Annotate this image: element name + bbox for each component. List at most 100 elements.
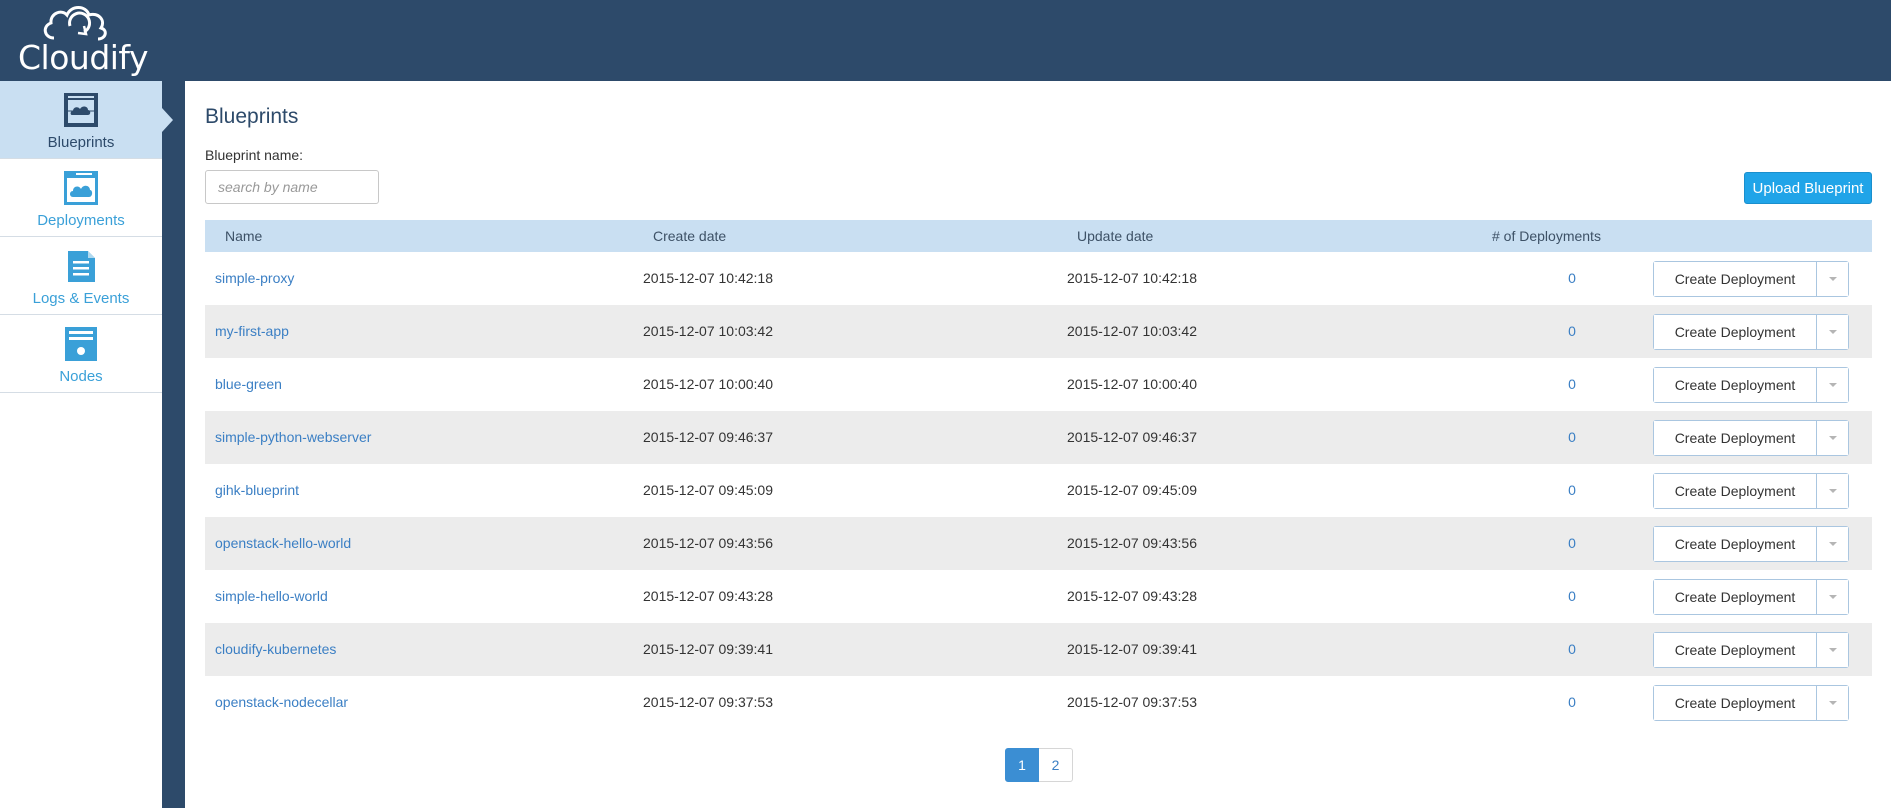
chevron-down-icon[interactable]	[1817, 633, 1848, 667]
chevron-down-icon[interactable]	[1817, 262, 1848, 296]
blueprint-name-link[interactable]: openstack-nodecellar	[215, 694, 348, 710]
update-date: 2015-12-07 09:45:09	[1067, 482, 1197, 498]
deployments-count-link[interactable]: 0	[1562, 323, 1582, 339]
create-date: 2015-12-07 10:42:18	[643, 270, 773, 286]
upload-blueprint-button[interactable]: Upload Blueprint	[1744, 172, 1872, 204]
search-input[interactable]	[205, 170, 379, 204]
update-date: 2015-12-07 09:37:53	[1067, 694, 1197, 710]
create-deployment-button[interactable]: Create Deployment	[1654, 368, 1817, 402]
sidebar-item-logs-events[interactable]: Logs & Events	[0, 237, 162, 315]
blueprint-name-link[interactable]: cloudify-kubernetes	[215, 641, 336, 657]
update-date: 2015-12-07 09:43:28	[1067, 588, 1197, 604]
update-date: 2015-12-07 10:00:40	[1067, 376, 1197, 392]
sidebar-divider	[162, 81, 185, 808]
blueprint-name-link[interactable]: gihk-blueprint	[215, 482, 299, 498]
sidebar: Blueprints Deployments Logs & Events Nod…	[0, 81, 162, 808]
chevron-down-icon[interactable]	[1817, 686, 1848, 720]
chevron-down-icon[interactable]	[1817, 315, 1848, 349]
create-deployment-button[interactable]: Create Deployment	[1654, 421, 1817, 455]
update-date: 2015-12-07 10:42:18	[1067, 270, 1197, 286]
sidebar-item-nodes[interactable]: Nodes	[0, 315, 162, 393]
create-deployment-split-button: Create Deployment	[1653, 367, 1849, 403]
create-date: 2015-12-07 09:37:53	[643, 694, 773, 710]
table-row: cloudify-kubernetes 2015-12-07 09:39:41 20…	[205, 623, 1872, 676]
sidebar-item-blueprints[interactable]: Blueprints	[0, 81, 162, 159]
update-date: 2015-12-07 09:43:56	[1067, 535, 1197, 551]
deployments-count-link[interactable]: 0	[1562, 535, 1582, 551]
blueprints-icon	[64, 93, 98, 127]
create-deployment-split-button: Create Deployment	[1653, 420, 1849, 456]
logs-icon	[68, 251, 95, 282]
update-date: 2015-12-07 09:46:37	[1067, 429, 1197, 445]
column-header-name[interactable]: Name	[225, 228, 262, 244]
sidebar-item-label: Blueprints	[47, 134, 115, 151]
column-header-create-date[interactable]: Create date	[653, 228, 726, 244]
create-deployment-button[interactable]: Create Deployment	[1654, 686, 1817, 720]
blueprint-name-link[interactable]: simple-python-webserver	[215, 429, 371, 445]
create-deployment-button[interactable]: Create Deployment	[1654, 580, 1817, 614]
create-deployment-split-button: Create Deployment	[1653, 579, 1849, 615]
table-row: simple-hello-world 2015-12-07 09:43:28 201…	[205, 570, 1872, 623]
blueprint-name-link[interactable]: simple-proxy	[215, 270, 294, 286]
blueprint-name-link[interactable]: blue-green	[215, 376, 282, 392]
sidebar-item-label: Logs & Events	[32, 290, 130, 307]
table-row: simple-python-webserver 2015-12-07 09:46:…	[205, 411, 1872, 464]
main-content: Blueprints Blueprint name: Upload Bluepr…	[185, 81, 1891, 808]
page-title: Blueprints	[205, 105, 299, 128]
blueprint-name-link[interactable]: simple-hello-world	[215, 588, 328, 604]
create-date: 2015-12-07 10:03:42	[643, 323, 773, 339]
active-nav-pointer	[162, 108, 173, 132]
table-body: simple-proxy 2015-12-07 10:42:18 2015-12-0…	[205, 252, 1872, 729]
create-deployment-split-button: Create Deployment	[1653, 261, 1849, 297]
nodes-icon	[65, 327, 97, 361]
create-date: 2015-12-07 09:43:56	[643, 535, 773, 551]
blueprints-table: Name Create date Update date # of Deploy…	[205, 220, 1872, 729]
blueprint-name-link[interactable]: openstack-hello-world	[215, 535, 351, 551]
create-deployment-button[interactable]: Create Deployment	[1654, 633, 1817, 667]
create-deployment-button[interactable]: Create Deployment	[1654, 474, 1817, 508]
deployments-count-link[interactable]: 0	[1562, 641, 1582, 657]
column-header-update-date[interactable]: Update date	[1077, 228, 1153, 244]
table-row: simple-proxy 2015-12-07 10:42:18 2015-12-0…	[205, 252, 1872, 305]
create-date: 2015-12-07 09:46:37	[643, 429, 773, 445]
blueprint-name-label: Blueprint name:	[205, 147, 304, 163]
table-row: openstack-nodecellar 2015-12-07 09:37:53 2…	[205, 676, 1872, 729]
update-date: 2015-12-07 09:39:41	[1067, 641, 1197, 657]
create-deployment-split-button: Create Deployment	[1653, 526, 1849, 562]
create-deployment-split-button: Create Deployment	[1653, 314, 1849, 350]
chevron-down-icon[interactable]	[1817, 421, 1848, 455]
top-bar: Cloudify	[0, 0, 1891, 81]
chevron-down-icon[interactable]	[1817, 580, 1848, 614]
chevron-down-icon[interactable]	[1817, 474, 1848, 508]
deployments-icon	[64, 171, 98, 205]
deployments-count-link[interactable]: 0	[1562, 429, 1582, 445]
sidebar-item-deployments[interactable]: Deployments	[0, 159, 162, 237]
pagination: 1 2	[1005, 748, 1073, 782]
logo-text: Cloudify	[18, 38, 149, 77]
page-2-button[interactable]: 2	[1039, 748, 1073, 782]
page-1-button[interactable]: 1	[1005, 748, 1039, 782]
chevron-down-icon[interactable]	[1817, 527, 1848, 561]
deployments-count-link[interactable]: 0	[1562, 376, 1582, 392]
deployments-count-link[interactable]: 0	[1562, 270, 1582, 286]
create-date: 2015-12-07 10:00:40	[643, 376, 773, 392]
create-date: 2015-12-07 09:43:28	[643, 588, 773, 604]
table-header: Name Create date Update date # of Deploy…	[205, 220, 1872, 252]
table-row: my-first-app 2015-12-07 10:03:42 2015-12-0…	[205, 305, 1872, 358]
create-deployment-button[interactable]: Create Deployment	[1654, 315, 1817, 349]
column-header-deployments-count[interactable]: # of Deployments	[1492, 228, 1601, 244]
blueprint-name-link[interactable]: my-first-app	[215, 323, 289, 339]
table-row: openstack-hello-world 2015-12-07 09:43:56…	[205, 517, 1872, 570]
cloudify-logo[interactable]: Cloudify	[14, 2, 149, 80]
create-date: 2015-12-07 09:39:41	[643, 641, 773, 657]
sidebar-item-label: Nodes	[59, 368, 103, 385]
create-deployment-split-button: Create Deployment	[1653, 685, 1849, 721]
create-deployment-button[interactable]: Create Deployment	[1654, 527, 1817, 561]
create-deployment-button[interactable]: Create Deployment	[1654, 262, 1817, 296]
chevron-down-icon[interactable]	[1817, 368, 1848, 402]
table-row: gihk-blueprint 2015-12-07 09:45:09 2015-12…	[205, 464, 1872, 517]
deployments-count-link[interactable]: 0	[1562, 694, 1582, 710]
create-date: 2015-12-07 09:45:09	[643, 482, 773, 498]
deployments-count-link[interactable]: 0	[1562, 588, 1582, 604]
deployments-count-link[interactable]: 0	[1562, 482, 1582, 498]
